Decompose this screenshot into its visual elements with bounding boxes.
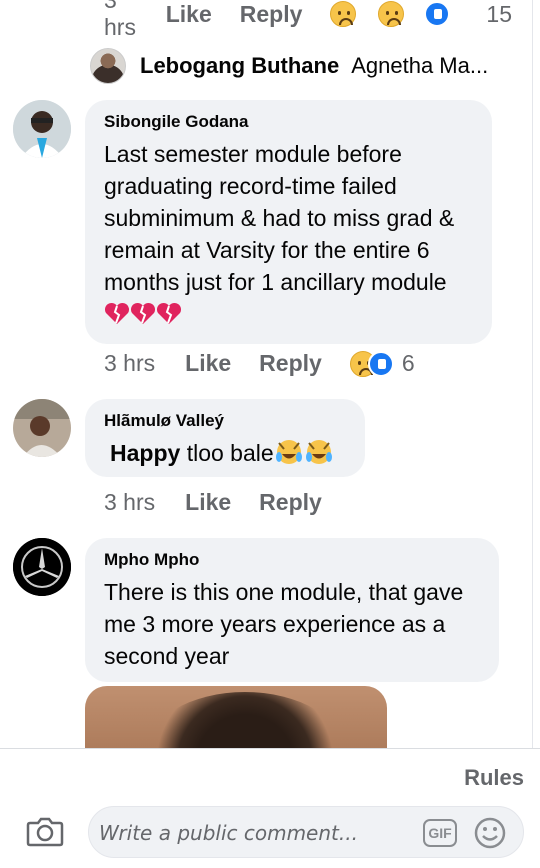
comment-author[interactable]: Mpho Mpho [104,550,479,570]
like-reaction-icon [367,350,394,377]
reaction-count: 15 [486,0,512,27]
timestamp: 3 hrs [104,350,156,376]
reply-button[interactable]: Reply [259,489,322,516]
comment-composer-bar: Rules GIF [0,748,540,868]
comments-screen: 3 hrs Like Reply 15 Lebogang Buthane Agn… [0,0,540,868]
haha-reaction-icon [330,1,357,27]
reply-button[interactable]: Reply [240,1,303,28]
avatar[interactable] [13,399,71,457]
comment-text: There is this one module, that gave me 3… [104,579,464,669]
comment-bubble: Mpho Mpho There is this one module, that… [85,538,499,682]
reply-author: Lebogang Buthane [140,53,340,78]
comment-input[interactable] [99,817,419,849]
avatar[interactable] [13,538,71,596]
avatar[interactable] [13,100,71,158]
comment-body-bold: Happy [110,440,181,466]
comment-author[interactable]: Hlãmulø Valleý [104,411,345,431]
camera-icon[interactable] [26,815,64,847]
divider [532,0,533,748]
comment-actions: 3 hrs Like Reply 6 [104,350,415,377]
timestamp: 3 hrs [104,0,136,40]
emoji-picker-icon[interactable] [473,816,507,850]
timestamp: 3 hrs [104,489,156,515]
sad-reaction-icon [378,1,405,27]
reactions[interactable]: 6 [349,350,415,377]
broken-heart-icon [104,301,182,327]
reply-snippet: Agnetha Ma... [351,53,489,78]
reply-preview[interactable]: Lebogang Buthane Agnetha Ma... [90,46,530,86]
like-reaction-icon [424,1,451,27]
reaction-count: 6 [401,350,415,376]
rules-link[interactable]: Rules [464,765,524,791]
laughing-crying-icon [274,440,334,466]
comment-body: Last semester module before graduating r… [104,141,455,295]
comment-author[interactable]: Sibongile Godana [104,112,472,132]
avatar [90,48,126,84]
like-button[interactable]: Like [166,1,212,28]
comment-actions-top: 3 hrs Like Reply 15 [104,0,540,40]
reactions[interactable]: 15 [330,1,512,28]
like-button[interactable]: Like [185,489,231,516]
comment-body: tloo bale [186,440,274,466]
comment-text: Last semester module before graduating r… [104,138,472,330]
reply-button[interactable]: Reply [259,350,322,377]
comment-text: Happy tloo bale [104,437,345,469]
comment-bubble: Hlãmulø Valleý Happy tloo bale [85,399,365,477]
gif-button[interactable]: GIF [423,819,457,847]
comment-input-wrapper: GIF [88,806,524,858]
comment-bubble: Sibongile Godana Last semester module be… [85,100,492,344]
comment-actions: 3 hrs Like Reply [104,489,350,516]
like-button[interactable]: Like [185,350,231,377]
